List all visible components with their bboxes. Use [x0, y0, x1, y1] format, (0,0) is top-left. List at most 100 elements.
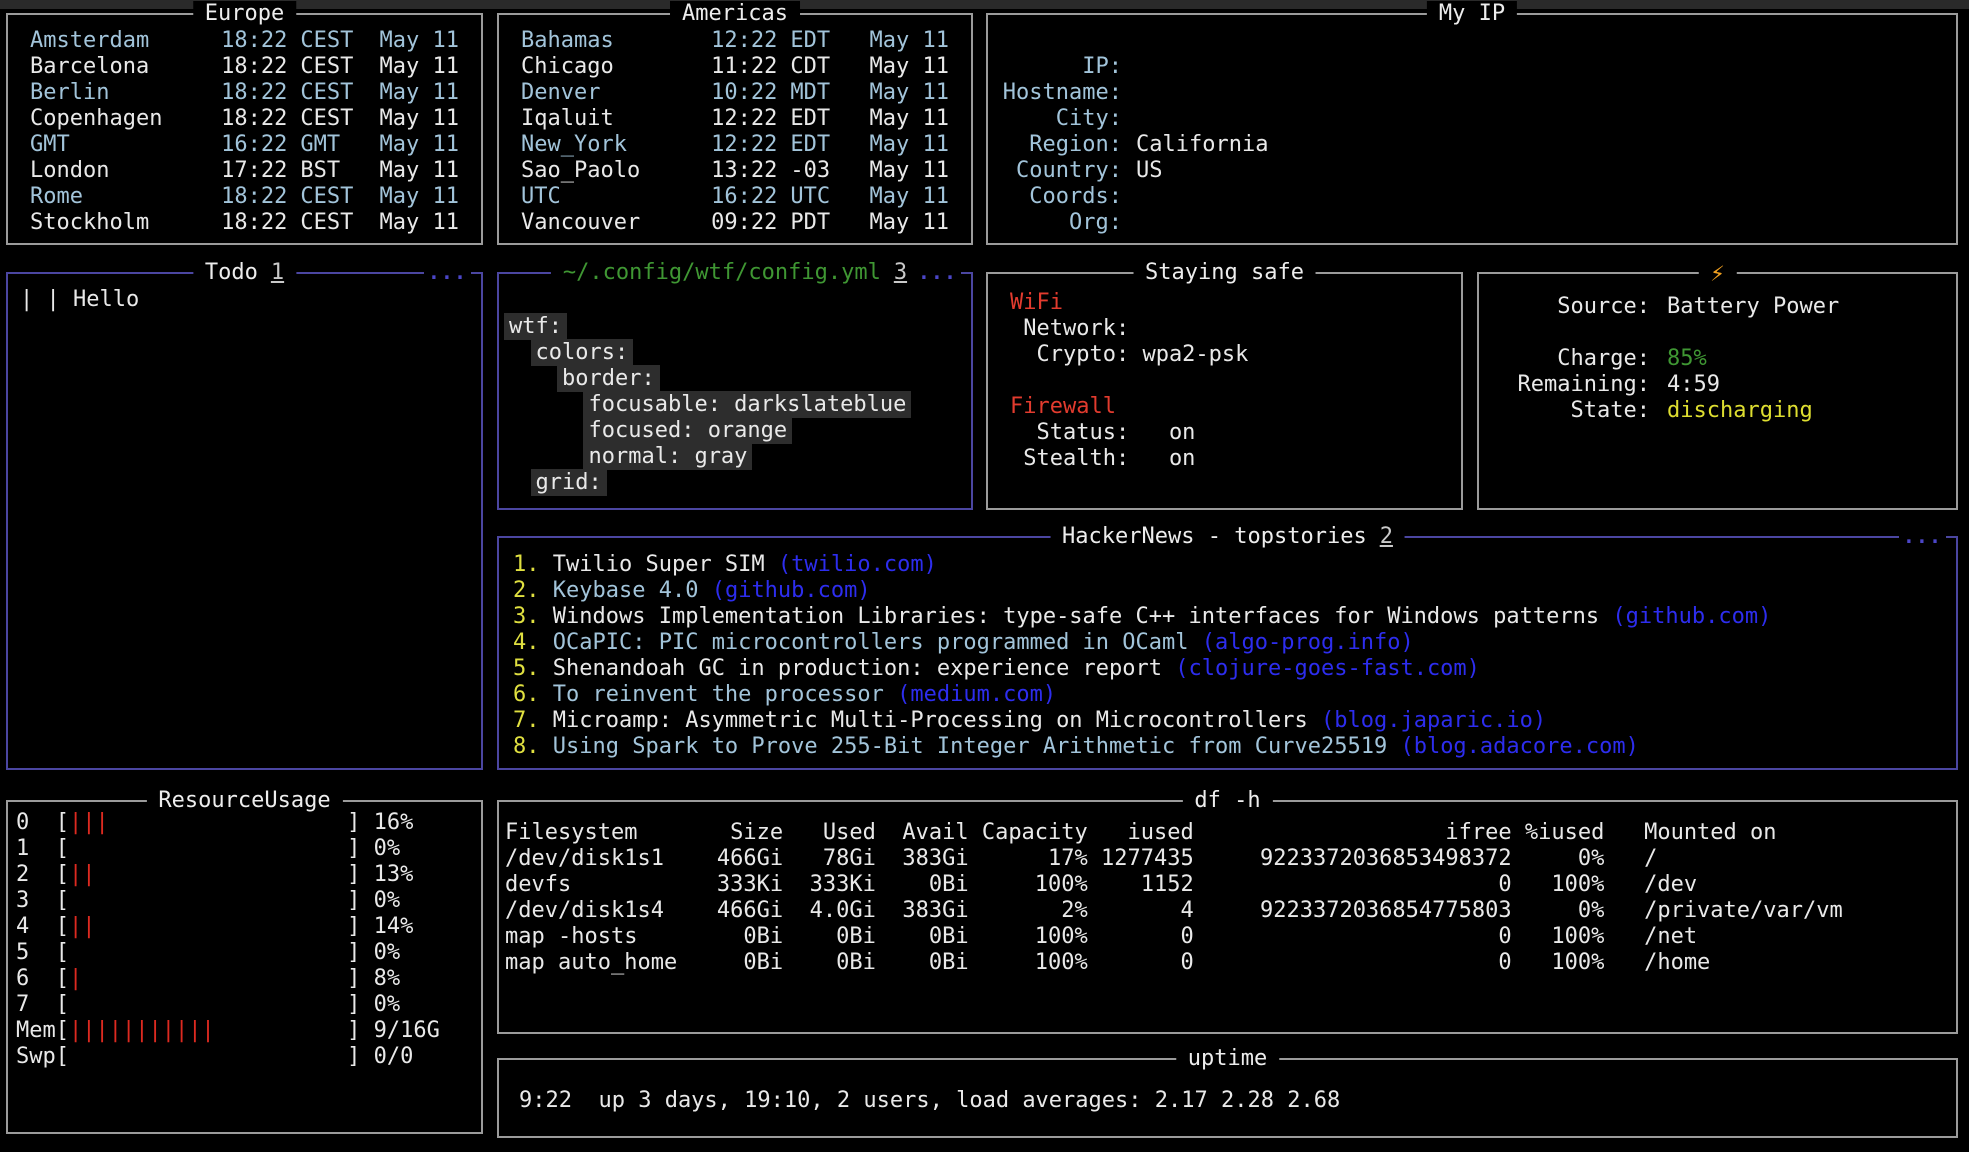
city-name: GMT	[30, 132, 208, 158]
wtf-dashboard: Europe Amsterdam18:22CESTMay 11Barcelona…	[0, 0, 1969, 1152]
security-line: Network:	[1010, 316, 1461, 342]
hackernews-story[interactable]: 5. Shenandoah GC in production: experien…	[513, 656, 1956, 682]
panel-resource-usage: ResourceUsage 0 [||| ] 16%1 [ ] 0%2 [|| …	[6, 800, 483, 1134]
security-line: Status: on	[1010, 420, 1461, 446]
panel-config-title-text: ~/.config/wtf/config.yml	[563, 260, 881, 285]
city-name: Berlin	[30, 80, 208, 106]
city-name: Denver	[521, 80, 698, 106]
meter-bars: |||||||||||	[69, 1018, 215, 1043]
city-timezone: CEST	[300, 54, 353, 80]
city-date: May 11	[366, 106, 459, 132]
meter-close-bracket: ]	[347, 810, 360, 835]
city-timezone: EDT	[790, 106, 843, 132]
city-date: May 11	[366, 184, 459, 210]
panel-uptime: uptime 9:22 up 3 days, 19:10, 2 users, l…	[497, 1058, 1958, 1138]
story-domain-link[interactable]: (medium.com)	[897, 682, 1056, 707]
config-line: focused: orange	[504, 418, 971, 444]
clock-row: Vancouver09:22PDTMay 11	[521, 210, 949, 236]
city-name: Sao_Paolo	[521, 158, 698, 184]
ip-info-value: California	[1136, 132, 1268, 158]
security-line: Crypto: wpa2-psk	[1010, 342, 1461, 368]
security-line: Stealth: on	[1010, 446, 1461, 472]
city-timezone: GMT	[300, 132, 353, 158]
df-data-row: /dev/disk1s4 466Gi 4.0Gi 383Gi 2% 4 9223…	[505, 898, 1956, 924]
resource-label: 4	[16, 914, 56, 940]
resource-value: 8%	[360, 966, 400, 991]
resource-value: 0/0	[360, 1044, 413, 1069]
city-date: May 11	[856, 54, 949, 80]
meter-open-bracket: [	[56, 940, 69, 965]
hackernews-story[interactable]: 2. Keybase 4.0 (github.com)	[513, 578, 1956, 604]
hackernews-story[interactable]: 7. Microamp: Asymmetric Multi-Processing…	[513, 708, 1956, 734]
city-name: Barcelona	[30, 54, 208, 80]
city-time: 18:22	[221, 184, 287, 210]
city-date: May 11	[856, 184, 949, 210]
resource-label: 1	[16, 836, 56, 862]
resource-row: 4 [|| ] 14%	[16, 914, 481, 940]
story-domain-link[interactable]: (github.com)	[1612, 604, 1771, 629]
meter-open-bracket: [	[56, 966, 69, 991]
city-timezone: CEST	[300, 210, 353, 236]
panel-americas-clocks: Americas Bahamas12:22EDTMay 11Chicago11:…	[497, 13, 973, 245]
config-line-text: border:	[557, 365, 660, 392]
story-domain-link[interactable]: (blog.japaric.io)	[1321, 708, 1546, 733]
ip-info-row: Region:California	[1002, 132, 1936, 158]
city-date: May 11	[856, 210, 949, 236]
city-date: May 11	[856, 158, 949, 184]
clock-row: Barcelona18:22CESTMay 11	[30, 54, 459, 80]
hackernews-story[interactable]: 1. Twilio Super SIM (twilio.com)	[513, 552, 1956, 578]
config-line: border:	[504, 366, 971, 392]
config-line-text: focusable: darkslateblue	[583, 391, 911, 418]
resource-label: Mem	[16, 1018, 56, 1044]
clock-row: Sao_Paolo13:22-03May 11	[521, 158, 949, 184]
story-title: To reinvent the processor	[553, 682, 884, 707]
security-line	[1010, 368, 1461, 394]
city-time: 17:22	[221, 158, 287, 184]
meter-close-bracket: ]	[347, 940, 360, 965]
panel-my-ip-title-text: My IP	[1439, 1, 1505, 26]
panel-hackernews: HackerNews - topstories2 ... 1. Twilio S…	[497, 536, 1958, 770]
security-line: WiFi	[1010, 290, 1461, 316]
resource-row: 1 [ ] 0%	[16, 836, 481, 862]
panel-config-yml: ~/.config/wtf/config.yml3 ... wtf: color…	[497, 272, 973, 510]
city-timezone: CEST	[300, 184, 353, 210]
city-time: 10:22	[711, 80, 777, 106]
city-time: 12:22	[711, 106, 777, 132]
city-name: London	[30, 158, 208, 184]
panel-staying-safe-title-text: Staying safe	[1145, 260, 1304, 285]
panel-americas-title: Americas	[670, 1, 800, 27]
hackernews-story[interactable]: 8. Using Spark to Prove 255-Bit Integer …	[513, 734, 1956, 760]
city-time: 09:22	[711, 210, 777, 236]
config-line: normal: gray	[504, 444, 971, 470]
city-name: Rome	[30, 184, 208, 210]
hackernews-story-list: 1. Twilio Super SIM (twilio.com)2. Keyba…	[499, 538, 1956, 760]
resource-value: 9/16G	[360, 1018, 439, 1043]
story-number: 2.	[513, 578, 540, 603]
city-name: Vancouver	[521, 210, 698, 236]
story-domain-link[interactable]: (clojure-goes-fast.com)	[1175, 656, 1480, 681]
df-data-row: /dev/disk1s1 466Gi 78Gi 383Gi 17% 127743…	[505, 846, 1956, 872]
city-date: May 11	[366, 54, 459, 80]
meter-close-bracket: ]	[347, 888, 360, 913]
staying-safe-lines: WiFi Network: Crypto: wpa2-psk Firewall …	[988, 274, 1461, 472]
meter-open-bracket: [	[56, 914, 69, 939]
story-domain-link[interactable]: (blog.adacore.com)	[1400, 734, 1638, 759]
ip-info-label: Country:	[1002, 158, 1122, 184]
hackernews-story[interactable]: 3. Windows Implementation Libraries: typ…	[513, 604, 1956, 630]
clock-row: Chicago11:22CDTMay 11	[521, 54, 949, 80]
hackernews-story[interactable]: 4. OCaPIC: PIC microcontrollers programm…	[513, 630, 1956, 656]
ip-info-row: Hostname:	[1002, 80, 1936, 106]
battery-row: Charge:85%	[1517, 346, 1956, 372]
story-domain-link[interactable]: (github.com)	[712, 578, 871, 603]
story-domain-link[interactable]: (twilio.com)	[778, 552, 937, 577]
city-name: Chicago	[521, 54, 698, 80]
city-name: Stockholm	[30, 210, 208, 236]
city-date: May 11	[856, 80, 949, 106]
hackernews-story[interactable]: 6. To reinvent the processor (medium.com…	[513, 682, 1956, 708]
city-date: May 11	[366, 28, 459, 54]
meter-close-bracket: ]	[347, 1018, 360, 1043]
df-data-row: map auto_home 0Bi 0Bi 0Bi 100% 0 0 100% …	[505, 950, 1956, 976]
city-name: Copenhagen	[30, 106, 208, 132]
story-domain-link[interactable]: (algo-prog.info)	[1202, 630, 1414, 655]
df-data-row: map -hosts 0Bi 0Bi 0Bi 100% 0 0 100% /ne…	[505, 924, 1956, 950]
